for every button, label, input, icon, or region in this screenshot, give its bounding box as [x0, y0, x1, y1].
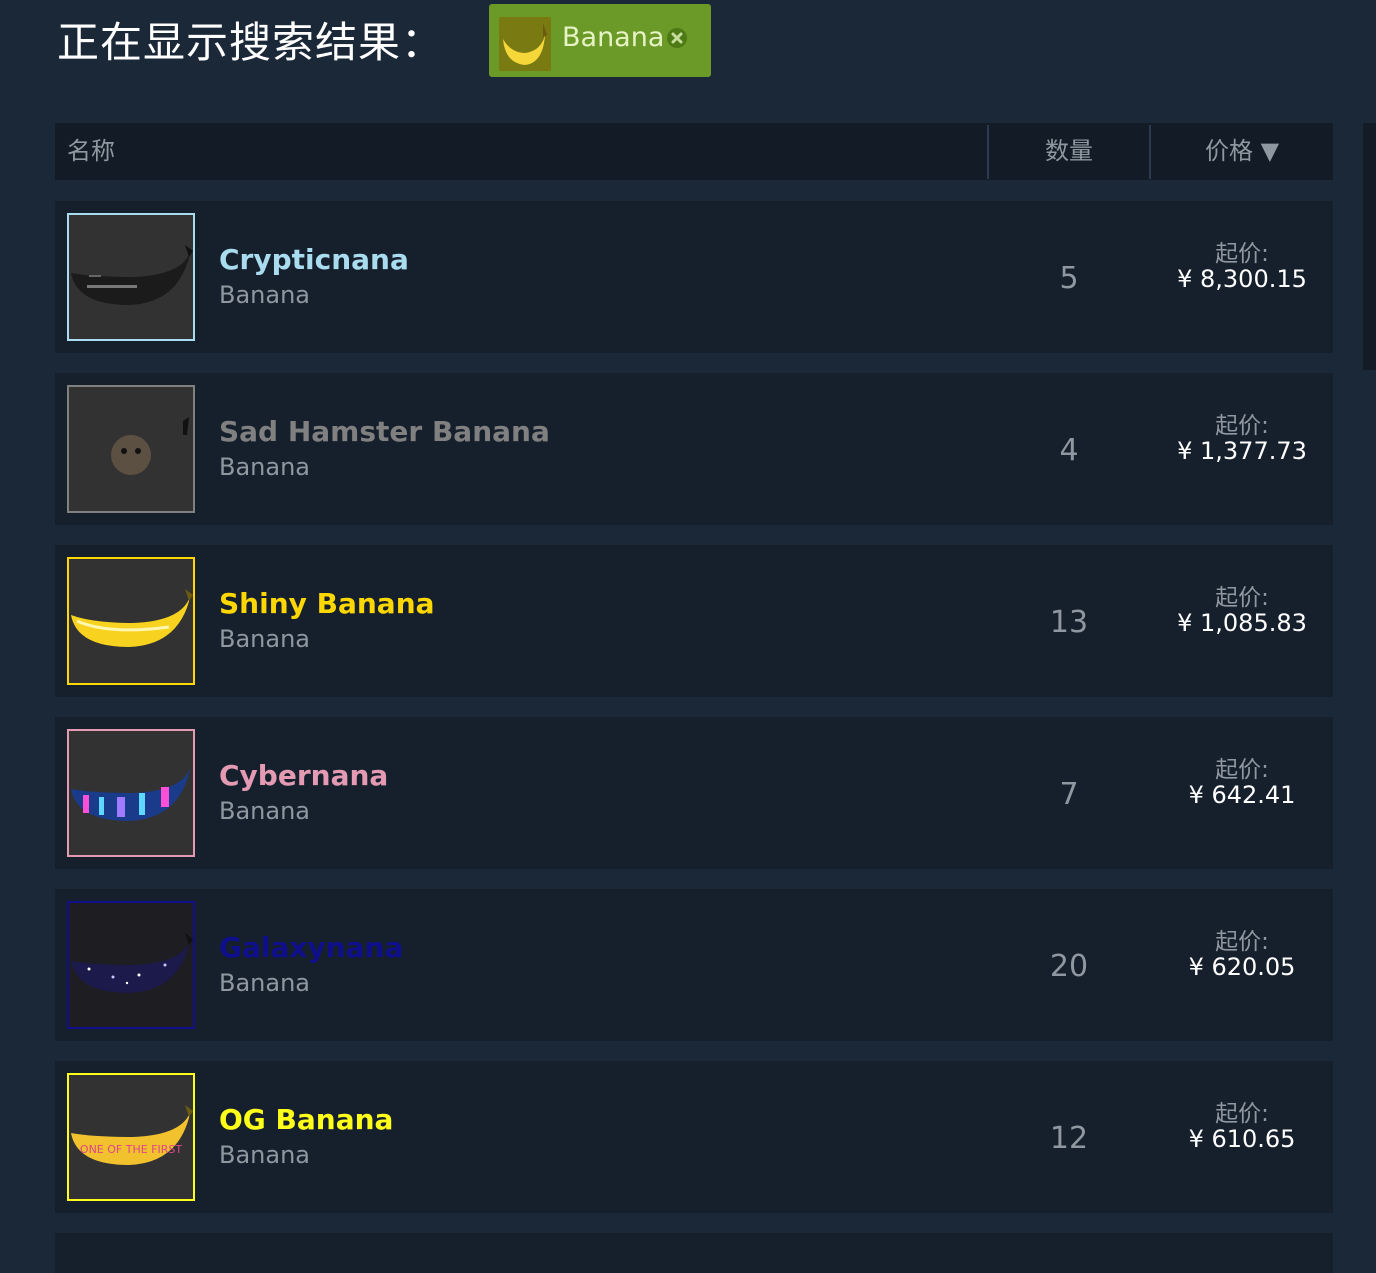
item-type: Banana: [219, 453, 311, 481]
table-header: 名称 数量 价格 ▼: [55, 123, 1333, 180]
price-label: 起价:: [1215, 1101, 1269, 1127]
item-type: Banana: [219, 1141, 311, 1169]
page-title: 正在显示搜索结果：: [57, 18, 445, 67]
price-label: 起价:: [1215, 585, 1269, 611]
item-type: Banana: [219, 969, 311, 997]
item-name[interactable]: Cybernana: [219, 759, 388, 792]
table-row[interactable]: [55, 1233, 1333, 1273]
column-quantity[interactable]: 数量: [989, 123, 1149, 180]
table-row[interactable]: Crypticnana Banana 5 起价: ¥ 8,300.15: [55, 201, 1333, 353]
item-price: ¥ 620.05: [1188, 953, 1296, 981]
hamster-banana-icon: [67, 385, 195, 513]
black-banana-icon: [67, 213, 195, 341]
price-label: 起价:: [1215, 413, 1269, 439]
item-name[interactable]: Shiny Banana: [219, 587, 435, 620]
column-price-sort[interactable]: 价格 ▼: [1151, 123, 1333, 180]
cyber-banana-icon: [67, 729, 195, 857]
item-price: ¥ 8,300.15: [1177, 265, 1307, 293]
item-price: ¥ 1,085.83: [1177, 609, 1307, 637]
galaxy-banana-icon: [67, 901, 195, 1029]
price-label: 起价:: [1215, 241, 1269, 267]
filter-tag[interactable]: Banana: [489, 4, 711, 77]
item-name[interactable]: Galaxynana: [219, 931, 403, 964]
table-row[interactable]: Shiny Banana Banana 13 起价: ¥ 1,085.83: [55, 545, 1333, 697]
item-quantity: 7: [1059, 777, 1079, 812]
table-row[interactable]: ONE OF THE FIRST OG Banana Banana 12 起价:…: [55, 1061, 1333, 1213]
price-label: 起价:: [1215, 929, 1269, 955]
item-type: Banana: [219, 625, 311, 653]
item-type: Banana: [219, 281, 311, 309]
item-price: ¥ 1,377.73: [1177, 437, 1307, 465]
table-row[interactable]: Cybernana Banana 7 起价: ¥ 642.41: [55, 717, 1333, 869]
item-quantity: 13: [1049, 605, 1089, 640]
item-name[interactable]: OG Banana: [219, 1103, 393, 1136]
og-banana-overlay-text: ONE OF THE FIRST: [80, 1143, 182, 1156]
item-name[interactable]: Sad Hamster Banana: [219, 415, 550, 448]
filter-tag-label: Banana: [562, 22, 665, 53]
item-quantity: 20: [1049, 949, 1089, 984]
item-quantity: 12: [1049, 1121, 1089, 1156]
column-name[interactable]: 名称: [67, 123, 115, 180]
price-label: 起价:: [1215, 757, 1269, 783]
item-price: ¥ 642.41: [1188, 781, 1296, 809]
og-banana-icon: ONE OF THE FIRST: [67, 1073, 195, 1201]
table-row[interactable]: Sad Hamster Banana Banana 4 起价: ¥ 1,377.…: [55, 373, 1333, 525]
banana-icon: [499, 17, 551, 71]
item-price: ¥ 610.65: [1188, 1125, 1296, 1153]
item-quantity: 4: [1059, 433, 1079, 468]
item-type: Banana: [219, 797, 311, 825]
item-quantity: 5: [1059, 261, 1079, 296]
scrollbar[interactable]: [1363, 123, 1376, 370]
table-row[interactable]: Galaxynana Banana 20 起价: ¥ 620.05: [55, 889, 1333, 1041]
item-name[interactable]: Crypticnana: [219, 243, 409, 276]
shiny-banana-icon: [67, 557, 195, 685]
close-circle-icon[interactable]: [667, 28, 687, 48]
